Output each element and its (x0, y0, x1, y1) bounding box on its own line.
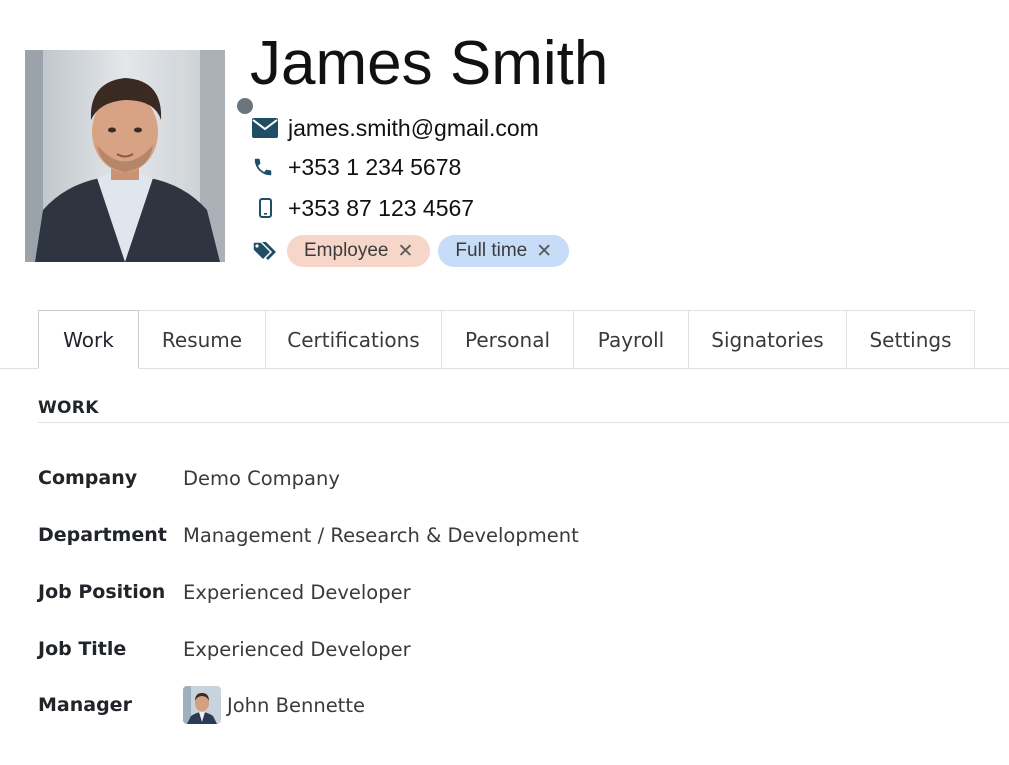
manager-avatar (183, 686, 221, 724)
tab-resume[interactable]: Resume (139, 310, 266, 369)
mobile-phone-field[interactable]: +353 87 123 4567 (288, 195, 474, 222)
field-label: Company (38, 467, 138, 489)
section-divider (38, 422, 1009, 423)
tags-row: Employee ✕ Full time ✕ (252, 235, 570, 267)
work-phone-field[interactable]: +353 1 234 5678 (288, 154, 461, 181)
company-field: Company Demo Company (38, 463, 938, 493)
field-label: Manager (38, 694, 132, 716)
tab-signatories[interactable]: Signatories (689, 310, 847, 369)
notebook-tabs: Work Resume Certifications Personal Payr… (38, 310, 975, 369)
remove-tag-icon[interactable]: ✕ (398, 240, 414, 263)
field-label: Job Title (38, 638, 127, 660)
tag-employee[interactable]: Employee ✕ (287, 235, 431, 267)
tab-payroll[interactable]: Payroll (574, 310, 689, 369)
company-value[interactable]: Demo Company (183, 467, 340, 490)
phone-icon (252, 155, 280, 179)
tab-work[interactable]: Work (38, 310, 139, 369)
employee-avatar-image (25, 50, 225, 262)
envelope-icon (252, 116, 280, 140)
job-position-field: Job Position Experienced Developer (38, 577, 938, 607)
email-row: james.smith@gmail.com (252, 113, 539, 143)
employee-name[interactable]: James Smith (250, 28, 608, 100)
field-label: Job Position (38, 581, 166, 603)
mobile-phone-row: +353 87 123 4567 (252, 193, 474, 223)
manager-name: John Bennette (227, 693, 365, 717)
section-title-work: WORK (38, 398, 99, 418)
tab-settings[interactable]: Settings (847, 310, 975, 369)
tab-personal[interactable]: Personal (442, 310, 574, 369)
tag-full-time[interactable]: Full time ✕ (438, 235, 570, 267)
work-phone-row: +353 1 234 5678 (252, 152, 461, 182)
mobile-phone-icon (252, 196, 280, 220)
tab-certifications[interactable]: Certifications (266, 310, 442, 369)
job-position-value[interactable]: Experienced Developer (183, 581, 411, 604)
manager-value[interactable]: John Bennette (183, 686, 365, 724)
tag-label: Full time (455, 240, 528, 261)
department-field: Department Management / Research & Devel… (38, 520, 938, 550)
job-title-field: Job Title Experienced Developer (38, 634, 938, 664)
manager-field: Manager John Bennette (38, 686, 938, 724)
tags-icon (252, 239, 280, 263)
tag-label: Employee (304, 240, 389, 261)
department-value[interactable]: Management / Research & Development (183, 524, 579, 547)
remove-tag-icon[interactable]: ✕ (536, 240, 552, 263)
job-title-value[interactable]: Experienced Developer (183, 638, 411, 661)
employee-photo[interactable] (25, 50, 256, 262)
field-label: Department (38, 524, 167, 546)
email-field[interactable]: james.smith@gmail.com (288, 115, 539, 142)
